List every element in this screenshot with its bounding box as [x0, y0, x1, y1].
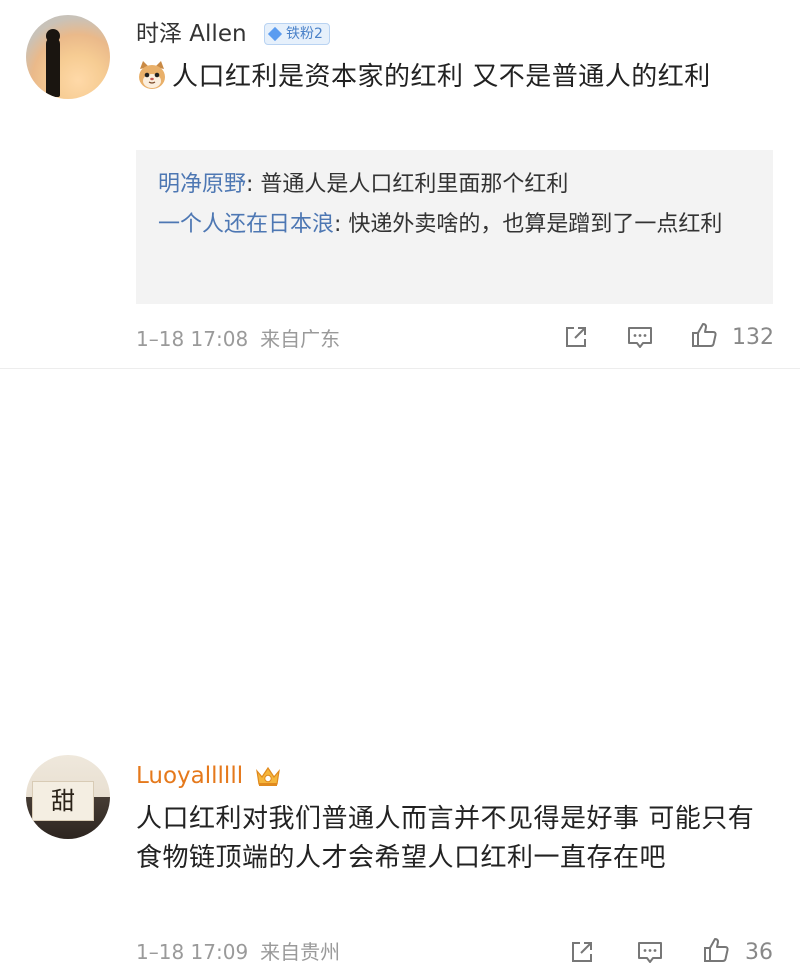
like-count: 132	[732, 325, 774, 350]
comment-location: 来自广东	[260, 327, 341, 351]
comment-meta: 1–18 17:08 来自广东	[136, 327, 340, 351]
like-icon[interactable]	[690, 321, 718, 349]
comment-item: 甜 Luoyallllll 人口红利对我们普通人而言并不见得是好事 可能只有食物…	[0, 368, 800, 965]
comment-date: 1–18 17:08	[136, 327, 249, 351]
share-icon[interactable]	[568, 938, 596, 966]
avatar[interactable]: 甜	[26, 755, 110, 839]
comment-meta: 1–18 17:09 来自贵州	[136, 940, 340, 964]
share-icon[interactable]	[562, 323, 590, 351]
avatar-plaque: 甜	[32, 781, 94, 821]
comment-text: 人口红利是资本家的红利 又不是普通人的红利	[136, 58, 766, 97]
reply-item[interactable]: 明净原野: 普通人是人口红利里面那个红利	[158, 166, 755, 203]
fan-badge[interactable]: 铁粉2	[264, 23, 330, 45]
like-icon[interactable]	[702, 936, 730, 964]
comment-icon[interactable]	[626, 323, 654, 351]
comment-username[interactable]: Luoyallllll	[136, 762, 243, 790]
like-count: 36	[745, 940, 773, 965]
avatar[interactable]	[26, 15, 110, 99]
comment-item: 时泽 Allen 铁粉2 人口红利是资本家的红利 又不是普通人的红利 明净原野:…	[0, 0, 800, 368]
comment-username[interactable]: 时泽 Allen	[136, 20, 247, 48]
fan-badge-label: 铁粉2	[286, 26, 323, 42]
reply-text: : 普通人是人口红利里面那个红利	[246, 172, 569, 197]
comment-date: 1–18 17:09	[136, 940, 249, 964]
reply-item[interactable]: 一个人还在日本浪: 快递外卖啥的，也算是蹭到了一点红利	[158, 206, 755, 243]
crown-icon[interactable]	[254, 764, 282, 788]
diamond-icon	[267, 26, 283, 42]
comment-text: 人口红利对我们普通人而言并不见得是好事 可能只有食物链顶端的人才会希望人口红利一…	[136, 804, 755, 873]
comment-text-content: 人口红利是资本家的红利 又不是普通人的红利	[172, 62, 711, 92]
comment-icon[interactable]	[636, 938, 664, 966]
avatar-figure	[46, 37, 60, 97]
reply-text: : 快递外卖啥的，也算是蹭到了一点红利	[334, 212, 723, 237]
comment-location: 来自贵州	[260, 940, 341, 964]
replies-box[interactable]: 明净原野: 普通人是人口红利里面那个红利 一个人还在日本浪: 快递外卖啥的，也算…	[136, 150, 773, 304]
cat-face-emoji-icon	[139, 61, 165, 89]
reply-username[interactable]: 一个人还在日本浪	[158, 212, 334, 237]
reply-username[interactable]: 明净原野	[158, 172, 246, 197]
